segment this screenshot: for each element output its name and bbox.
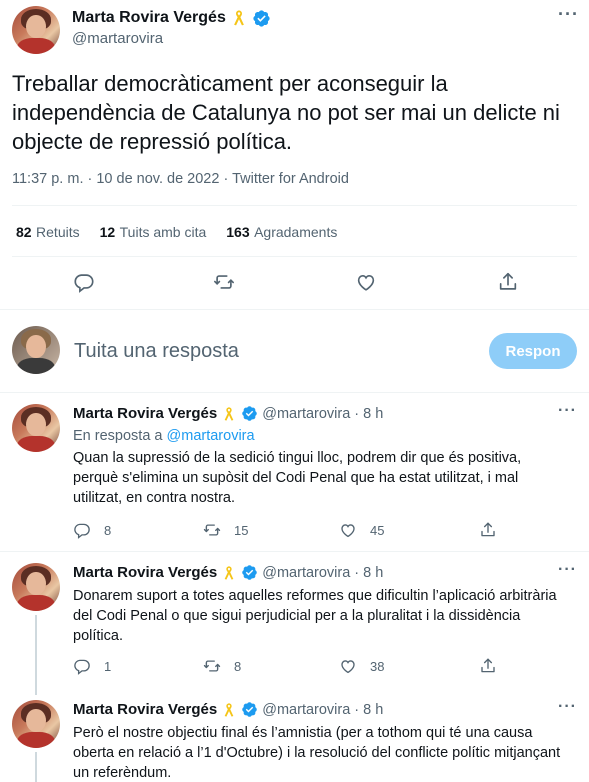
yellow-ribbon-icon [221, 406, 237, 422]
reply-input[interactable]: Tuita una resposta [74, 340, 239, 363]
reply-author-handle[interactable]: @martarovira [262, 702, 350, 718]
retweet-icon [213, 271, 235, 293]
reply-to-handle[interactable]: @martarovira [167, 428, 255, 444]
author-avatar[interactable] [12, 6, 60, 54]
share-icon [479, 657, 497, 675]
reply-share-button[interactable] [479, 521, 497, 539]
reply-time[interactable]: · 8 h [354, 565, 383, 581]
likes-count: 163 [226, 224, 250, 240]
share-button[interactable] [497, 271, 519, 298]
reply-author-name[interactable]: Marta Rovira Vergés [73, 701, 217, 718]
reply-like-button[interactable]: 45 [339, 521, 384, 539]
tweet-timestamp[interactable]: 11:37 p. m. · 10 de nov. de 2022 · Twitt… [12, 171, 349, 187]
verified-badge-icon [252, 9, 271, 28]
reply-reply-button[interactable]: 8 [73, 521, 111, 539]
reply-more-icon[interactable]: ··· [558, 402, 577, 420]
reply-avatar[interactable] [12, 404, 60, 452]
reply-count: 8 [104, 522, 112, 538]
quotes-count: 12 [99, 224, 116, 240]
reply-avatar[interactable] [12, 700, 60, 748]
yellow-ribbon-icon [230, 9, 248, 27]
reply-author-name[interactable]: Marta Rovira Vergés [73, 564, 217, 581]
reply-submit-label: Respon [505, 342, 561, 360]
tweet-text: Treballar democràticament per aconseguir… [12, 71, 560, 154]
author-handle[interactable]: @martarovira [72, 30, 163, 47]
reply-text: Donarem suport a totes aquelles reformes… [73, 588, 557, 644]
yellow-ribbon-icon [221, 702, 237, 718]
quotes-stat[interactable]: 12 Tuits amb cita [100, 224, 207, 242]
likes-stat[interactable]: 163 Agradaments [226, 224, 337, 242]
reply-button[interactable] [73, 271, 95, 298]
reply-like-button[interactable]: 38 [339, 657, 384, 675]
author-name[interactable]: Marta Rovira Vergés [72, 9, 226, 27]
like-icon [355, 271, 377, 293]
retweet-count: 8 [234, 658, 242, 674]
retweet-count: 15 [234, 522, 249, 538]
verified-badge-icon [241, 564, 258, 581]
reply-icon [73, 521, 91, 539]
likes-label: Agradaments [254, 224, 338, 240]
thread-line [35, 615, 37, 695]
retweets-label: Retuits [36, 224, 80, 240]
verified-badge-icon [241, 405, 258, 422]
reply-icon [73, 271, 95, 293]
reply-to-prefix: En resposta a [73, 428, 163, 444]
user-avatar[interactable] [12, 326, 60, 374]
share-icon [479, 521, 497, 539]
reply-retweet-button[interactable]: 8 [203, 657, 241, 675]
more-options-icon[interactable]: ··· [558, 4, 579, 25]
retweet-icon [203, 657, 221, 675]
reply-count: 1 [104, 658, 112, 674]
thread-line [35, 752, 37, 782]
reply-icon [73, 657, 91, 675]
like-button[interactable] [355, 271, 377, 298]
reply-avatar[interactable] [12, 563, 60, 611]
reply-time[interactable]: · 8 h [354, 702, 383, 718]
reply-author-handle[interactable]: @martarovira [262, 565, 350, 581]
reply-more-icon[interactable]: ··· [558, 698, 577, 716]
retweets-count: 82 [16, 224, 32, 240]
reply-reply-button[interactable]: 1 [73, 657, 111, 675]
share-icon [497, 271, 519, 293]
reply-retweet-button[interactable]: 15 [203, 521, 248, 539]
verified-badge-icon [241, 701, 258, 718]
retweet-button[interactable] [213, 271, 235, 298]
reply-text: Quan la supressió de la sedició tingui l… [73, 450, 522, 506]
yellow-ribbon-icon [221, 565, 237, 581]
reply-submit-button[interactable]: Respon [489, 333, 577, 369]
like-icon [339, 521, 357, 539]
reply-more-icon[interactable]: ··· [558, 561, 577, 579]
like-count: 45 [370, 522, 385, 538]
reply-text: Però el nostre objectiu final és l’amnis… [73, 725, 561, 781]
reply-share-button[interactable] [479, 657, 497, 675]
retweets-stat[interactable]: 82 Retuits [16, 224, 80, 242]
like-icon [339, 657, 357, 675]
like-count: 38 [370, 658, 385, 674]
quotes-label: Tuits amb cita [119, 224, 207, 240]
reply-author-name[interactable]: Marta Rovira Vergés [73, 405, 217, 422]
retweet-icon [203, 521, 221, 539]
reply-time[interactable]: · 8 h [354, 406, 383, 422]
reply-author-handle[interactable]: @martarovira [262, 406, 350, 422]
